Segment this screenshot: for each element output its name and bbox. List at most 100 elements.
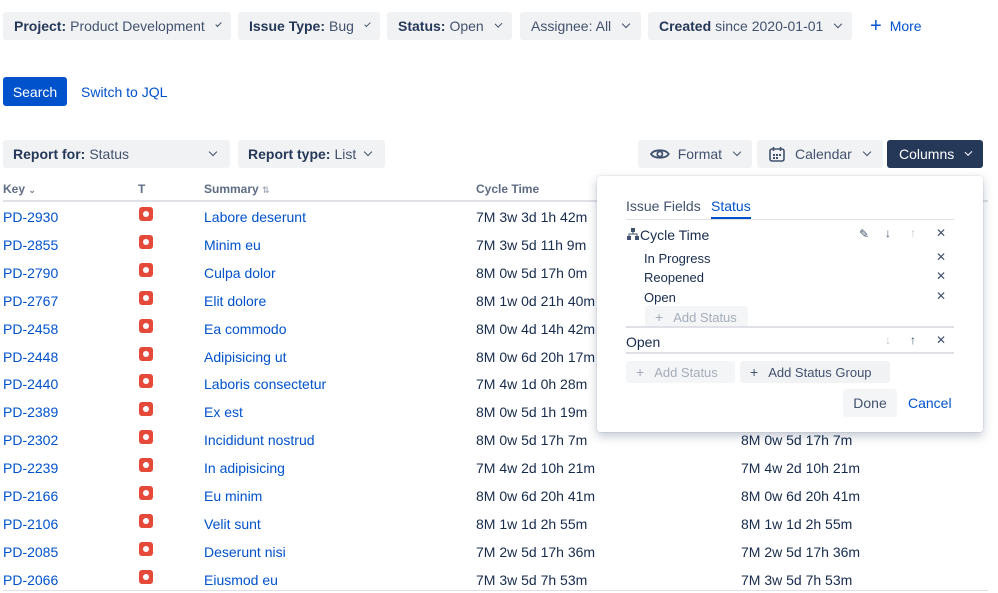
status-time-value: 8M 0w 6d 20h 41m — [741, 488, 861, 504]
cycle-time-value: 8M 0w 5d 1h 19m — [476, 404, 588, 421]
bug-icon — [139, 374, 153, 389]
arrow-down-icon[interactable]: ↓ — [885, 226, 891, 240]
format-button[interactable]: Format — [638, 140, 752, 168]
issue-key-link[interactable]: PD-2855 — [3, 237, 58, 253]
search-button[interactable]: Search — [3, 77, 67, 106]
issue-key-link[interactable]: PD-2085 — [3, 544, 58, 560]
status-group-title: Open — [626, 334, 661, 350]
cycle-time-value: 7M 2w 5d 17h 36m — [476, 543, 596, 560]
plus-icon: + — [750, 364, 759, 380]
close-icon[interactable]: ✕ — [936, 250, 946, 264]
arrow-up-icon[interactable]: ↑ — [910, 226, 916, 240]
issue-summary-link[interactable]: Eu minim — [204, 488, 262, 504]
issue-key-link[interactable]: PD-2440 — [3, 376, 58, 392]
plus-icon: + — [636, 364, 645, 380]
issue-summary-link[interactable]: Labore deserunt — [204, 209, 306, 225]
chevron-down-icon — [215, 20, 222, 28]
chevron-down-icon — [364, 20, 371, 28]
col-header-type[interactable]: T — [138, 182, 145, 196]
columns-popup: Issue Fields Status Cycle Time ✎ ↓ ↑ ✕ I… — [597, 176, 983, 432]
table-row: PD-2085 Deserunt nisi 7M 2w 5d 17h 36m 7M 2… — [0, 541, 998, 572]
close-icon[interactable]: ✕ — [936, 289, 946, 303]
add-status-button[interactable]: + Add Status — [626, 361, 735, 383]
status-group-title: Cycle Time — [640, 227, 710, 243]
issue-summary-link[interactable]: Adipisicing ut — [204, 349, 287, 365]
issue-key-link[interactable]: PD-2166 — [3, 488, 58, 504]
add-status-inline-button[interactable]: + Add Status — [645, 306, 748, 328]
issue-key-link[interactable]: PD-2790 — [3, 265, 58, 281]
issue-key-link[interactable]: PD-2448 — [3, 349, 58, 365]
filter-value: Product Development — [70, 18, 205, 34]
tab-issue-fields[interactable]: Issue Fields — [626, 198, 701, 214]
issue-key-link[interactable]: PD-2458 — [3, 321, 58, 337]
issue-key-link[interactable]: PD-2239 — [3, 460, 58, 476]
add-status-label: Add Status — [673, 309, 737, 325]
issue-key-link[interactable]: PD-2302 — [3, 432, 58, 448]
calendar-button[interactable]: Calendar — [757, 140, 883, 168]
chevron-down-icon — [862, 147, 872, 157]
issue-key-link[interactable]: PD-2066 — [3, 572, 58, 588]
cycle-time-value: 8M 0w 4d 14h 42m — [476, 320, 596, 337]
close-icon[interactable]: ✕ — [936, 333, 946, 347]
edit-icon[interactable]: ✎ — [859, 227, 869, 241]
issue-summary-link[interactable]: Laboris consectetur — [204, 376, 326, 392]
filter-created[interactable]: Created since 2020-01-01 — [648, 12, 852, 40]
filter-status[interactable]: Status: Open — [387, 12, 512, 40]
report-for-select[interactable]: Report for: Status — [3, 140, 230, 168]
col-header-summary[interactable]: Summary ⇅ — [204, 182, 270, 196]
col-header-cycle-time[interactable]: Cycle Time — [476, 182, 539, 196]
done-button[interactable]: Done — [843, 389, 897, 417]
arrow-up-icon[interactable]: ↑ — [910, 333, 916, 347]
issue-summary-link[interactable]: Culpa dolor — [204, 265, 276, 281]
cycle-time-value: 7M 4w 2d 10h 21m — [476, 460, 596, 477]
close-icon[interactable]: ✕ — [936, 226, 946, 240]
issue-summary-link[interactable]: Incididunt nostrud — [204, 432, 315, 448]
issue-key-link[interactable]: PD-2106 — [3, 516, 58, 532]
cycle-time-value: 8M 0w 5d 17h 0m — [476, 264, 588, 281]
more-filters-button[interactable]: + More — [870, 12, 922, 40]
issue-summary-link[interactable]: Elit dolore — [204, 293, 266, 309]
cancel-button[interactable]: Cancel — [908, 395, 952, 411]
col-header-key[interactable]: Key ⌄ — [3, 182, 36, 196]
status-item: In Progress — [644, 251, 711, 266]
report-type-select[interactable]: Report type: List — [238, 140, 385, 168]
issue-summary-link[interactable]: Ea commodo — [204, 321, 286, 337]
tab-status[interactable]: Status — [711, 198, 751, 214]
cycle-time-value: 7M 3w 5d 11h 9m — [476, 236, 587, 253]
eye-icon — [650, 149, 670, 159]
issue-summary-link[interactable]: Minim eu — [204, 237, 261, 253]
chevron-down-icon — [964, 148, 973, 156]
filter-label: Status: — [398, 18, 446, 34]
arrow-down-icon[interactable]: ↓ — [885, 333, 891, 347]
status-time-value: 8M 1w 1d 2h 55m — [741, 515, 853, 532]
calendar-label: Calendar — [795, 146, 852, 162]
report-for-value: Status — [89, 146, 130, 162]
status-item: Reopened — [644, 270, 704, 285]
status-time-value: 7M 4w 2d 10h 21m — [741, 460, 861, 477]
issue-summary-link[interactable]: In adipisicing — [204, 460, 285, 476]
sort-down-icon: ⌄ — [28, 185, 36, 195]
issue-key-link[interactable]: PD-2767 — [3, 293, 58, 309]
issue-summary-link[interactable]: Deserunt nisi — [204, 544, 286, 560]
switch-to-jql-link[interactable]: Switch to JQL — [81, 84, 167, 100]
issue-key-link[interactable]: PD-2930 — [3, 209, 58, 225]
table-row: PD-2239 In adipisicing 7M 4w 2d 10h 21m 7M … — [0, 458, 998, 488]
issue-key-link[interactable]: PD-2389 — [3, 404, 58, 420]
columns-button[interactable]: Columns — [887, 140, 983, 168]
calendar-icon — [769, 147, 785, 162]
columns-label: Columns — [899, 146, 955, 162]
filter-value: Open — [449, 18, 484, 34]
filter-assignee[interactable]: Assignee: All — [520, 12, 641, 40]
filter-project[interactable]: Project: Product Development — [3, 12, 231, 40]
add-status-group-button[interactable]: + Add Status Group — [740, 361, 890, 383]
sort-icon: ⇅ — [262, 185, 270, 195]
filter-issue-type[interactable]: Issue Type: Bug — [238, 12, 380, 40]
close-icon[interactable]: ✕ — [936, 269, 946, 283]
issue-summary-link[interactable]: Ex est — [204, 404, 243, 420]
chevron-down-icon — [621, 19, 631, 29]
issue-summary-link[interactable]: Velit sunt — [204, 516, 261, 532]
table-row: PD-2302 Incididunt nostrud 8M 0w 5d 17h 7m… — [0, 430, 998, 460]
bug-icon — [139, 486, 153, 500]
bug-icon — [139, 430, 153, 445]
issue-summary-link[interactable]: Eiusmod eu — [204, 572, 278, 588]
